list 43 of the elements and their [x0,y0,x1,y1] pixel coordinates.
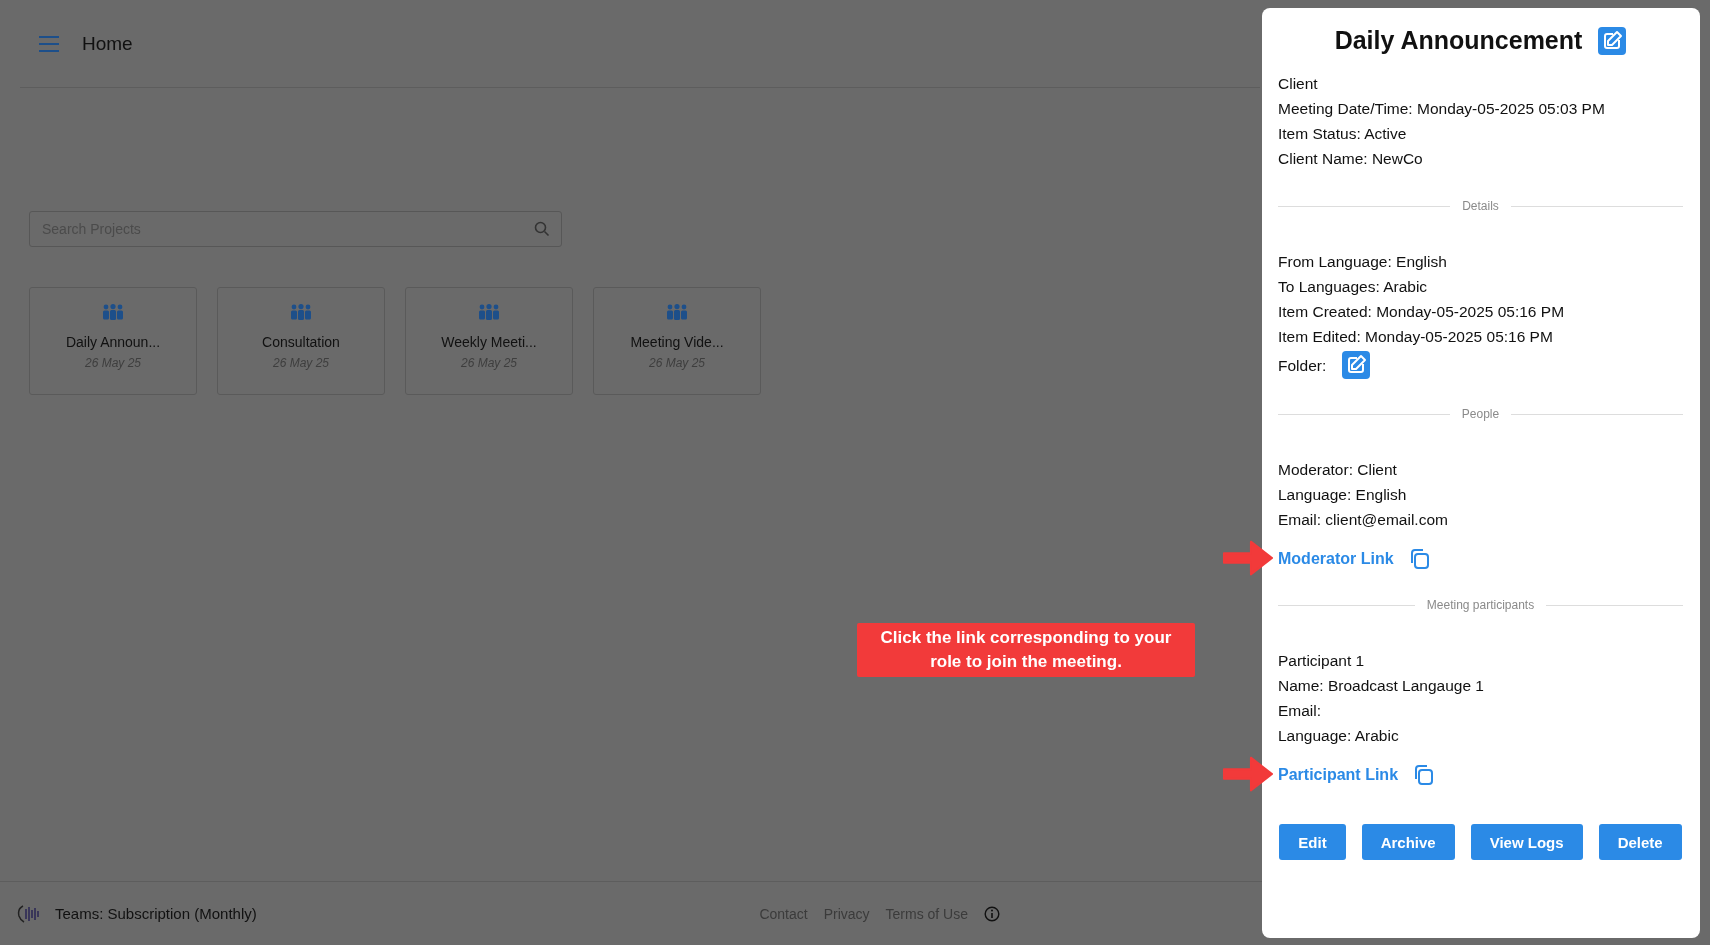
folder-label: Folder: [1278,355,1327,376]
people-icon [666,304,688,320]
action-button[interactable]: Delete [1598,824,1682,860]
info-line: From Language: English [1278,252,1448,272]
info-line: Participant 1 [1278,651,1366,671]
edit-icon[interactable] [1342,351,1371,379]
info-line: Email: client@email.com [1278,510,1449,530]
page-title: Home [82,32,133,55]
join-link[interactable]: Moderator Link [1278,550,1394,568]
join-link[interactable]: Participant Link [1278,766,1399,784]
info-line: Item Created: Monday-05-2025 05:16 PM [1278,302,1566,322]
info-line: To Languages: Arabic [1278,277,1429,297]
info-line: Language: English [1278,485,1408,505]
info-line: Client [1278,74,1319,94]
people-icon [478,304,500,320]
info-line: Language: Arabic [1278,726,1400,746]
section-label: Meeting participants [1426,598,1535,612]
info-icon[interactable] [984,905,1000,922]
info-line: Item Status: Active [1278,124,1408,144]
project-name: Meeting Vide... [630,334,724,350]
info-line: Email: [1278,701,1323,721]
info-line: Moderator: Client [1278,460,1398,480]
action-button[interactable]: View Logs [1470,824,1583,860]
project-name: Consultation [262,334,340,350]
section-label: People [1461,407,1500,421]
info-line: Name: Broadcast Langauge 1 [1278,676,1485,696]
info-line: Client Name: NewCo [1278,149,1424,169]
people-icon [102,304,124,320]
info-line: Meeting Date/Time: Monday-05-2025 05:03 PM [1278,99,1606,119]
subscription-label: Teams: Subscription (Monthly) [55,905,257,922]
action-button[interactable]: Archive [1361,824,1455,860]
action-button[interactable]: Edit [1279,824,1346,860]
copy-icon[interactable] [1412,764,1435,786]
project-name: Weekly Meeti... [441,334,537,350]
panel-title: Daily Announcement [1334,26,1583,55]
annotation-callout: Click the link corresponding to your role to join the meeting. [857,623,1195,677]
edit-icon[interactable] [1598,26,1627,55]
search-icon[interactable] [534,221,550,237]
info-line: Item Edited: Monday-05-2025 05:16 PM [1278,327,1554,347]
people-icon [290,304,312,320]
project-name: Daily Announ... [65,334,161,350]
logo-icon [17,902,41,925]
section-label: Details [1462,199,1499,213]
